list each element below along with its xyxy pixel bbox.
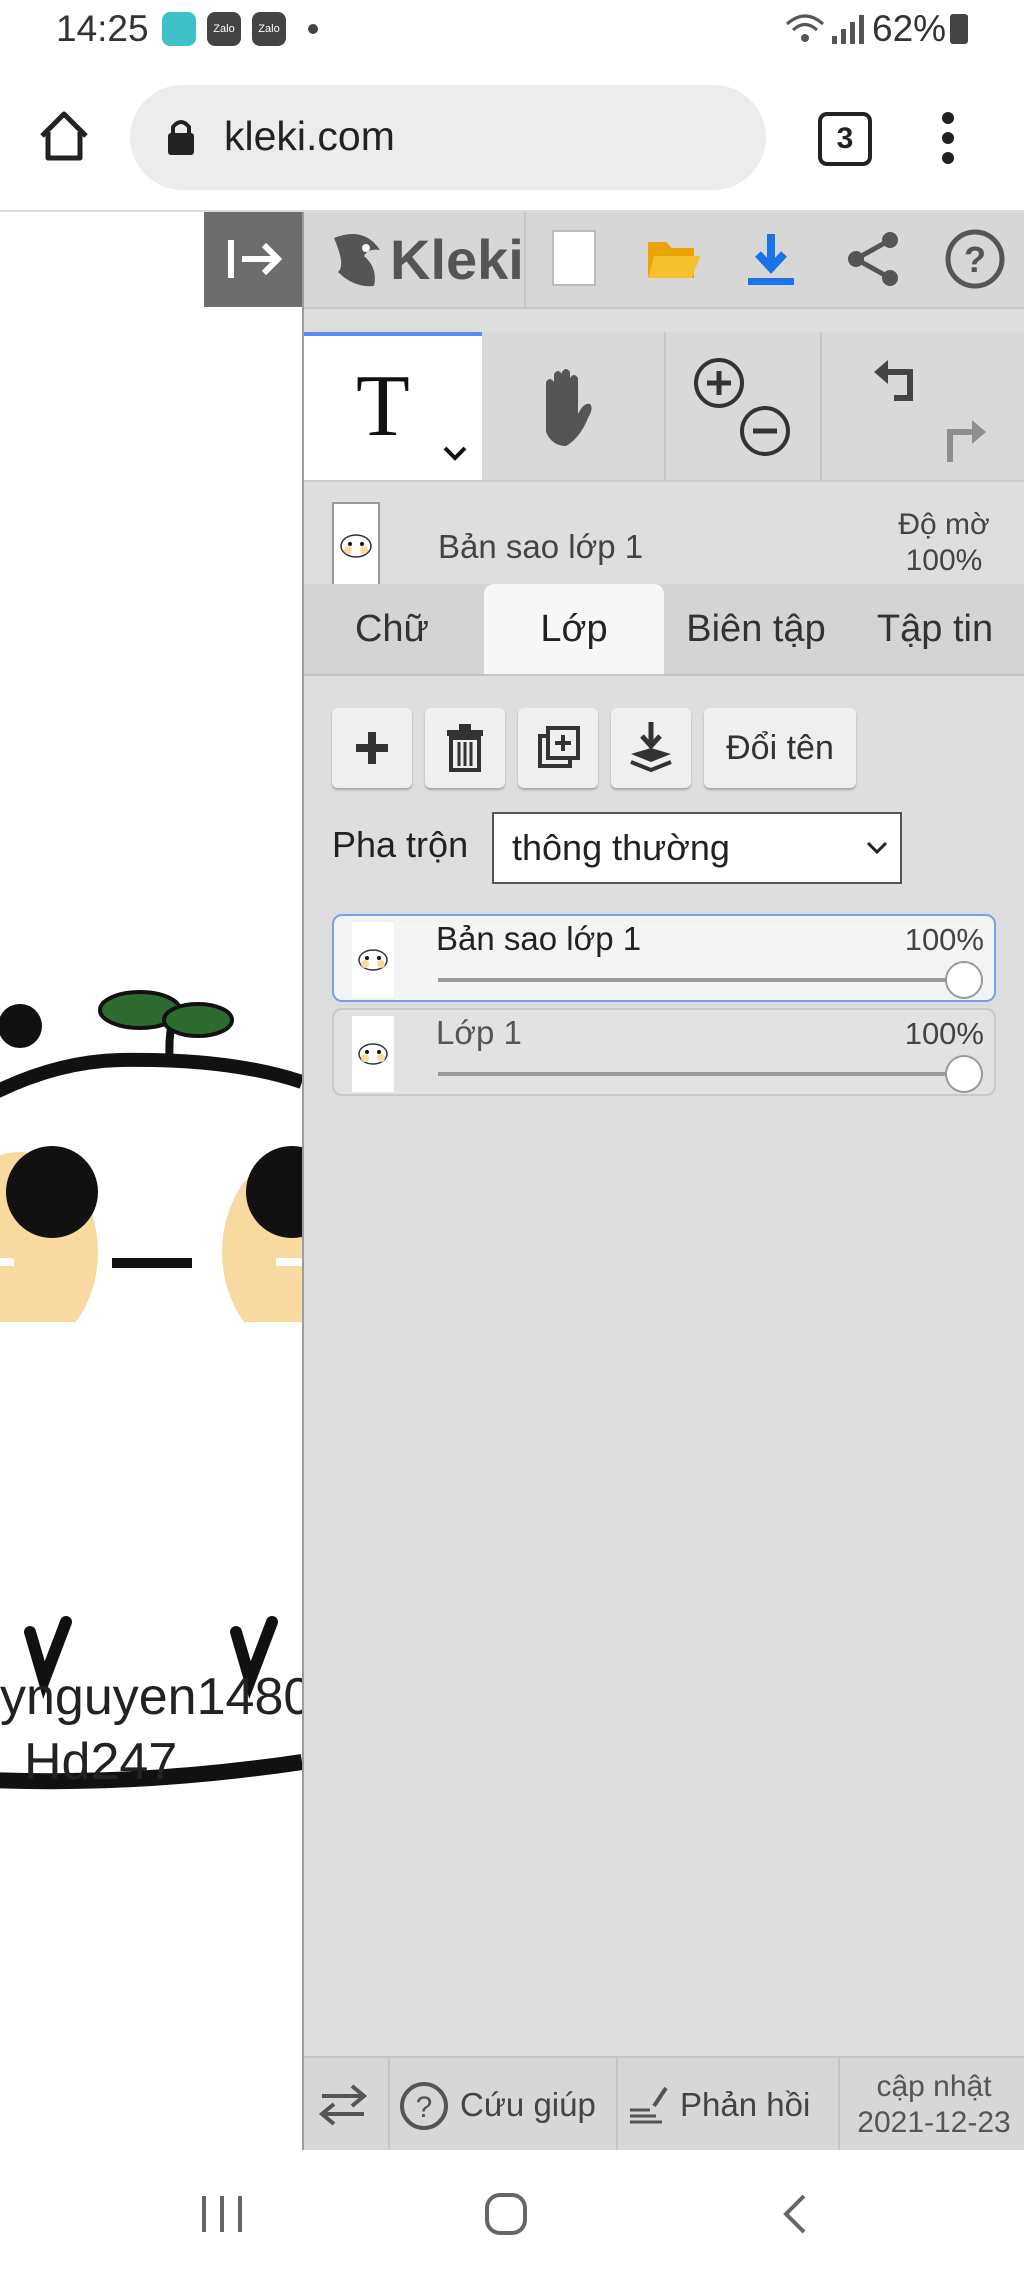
tool-divider	[820, 332, 822, 480]
tab-file[interactable]: Tập tin	[846, 584, 1024, 674]
home-icon[interactable]	[36, 108, 92, 164]
kleki-logo-icon	[324, 228, 388, 292]
layer-opacity-slider[interactable]	[438, 1072, 958, 1076]
recent-apps-icon[interactable]	[200, 2194, 244, 2234]
help-icon: ?	[398, 2080, 450, 2132]
messenger-icon	[162, 12, 196, 46]
panel-tabs: Chữ Lớp Biên tập Tập tin	[304, 584, 1024, 676]
download-icon[interactable]	[746, 230, 796, 288]
zalo-icon: Zalo	[207, 12, 241, 46]
hand-tool-icon[interactable]	[526, 362, 606, 452]
text-tool-button[interactable]: T	[304, 332, 482, 480]
layer-opacity-slider[interactable]	[438, 978, 958, 982]
text-tool-icon: T	[356, 358, 410, 455]
bottom-divider	[616, 2058, 618, 2152]
merge-down-button[interactable]	[611, 708, 691, 788]
plus-icon	[356, 732, 388, 764]
chevron-down-icon[interactable]	[442, 444, 468, 462]
add-layer-button[interactable]	[332, 708, 412, 788]
zoom-out-icon[interactable]	[738, 404, 792, 458]
canvas-drawing	[0, 990, 302, 1322]
canvas-drawing-lower	[0, 1616, 302, 1790]
bottom-divider	[838, 2058, 840, 2152]
rename-layer-button[interactable]: Đổi tên	[704, 708, 856, 788]
tab-edit[interactable]: Biên tập	[666, 584, 846, 674]
help-icon[interactable]: ?	[944, 228, 1006, 290]
android-nav-bar	[0, 2150, 1024, 2276]
share-icon[interactable]	[846, 230, 902, 288]
layer-thumbnail	[352, 922, 394, 998]
app-logo: Kleki	[390, 228, 524, 291]
layer-thumbnail	[352, 1016, 394, 1092]
lock-icon	[166, 117, 196, 157]
collapse-panel-button[interactable]	[204, 212, 302, 307]
layer-item[interactable]: Lớp 1 100%	[332, 1008, 996, 1096]
help-label: Cứu giúp	[460, 2086, 596, 2123]
feedback-icon	[628, 2084, 670, 2126]
battery-icon	[950, 14, 968, 44]
tool-row: T	[304, 332, 1024, 480]
undo-icon[interactable]	[870, 358, 920, 408]
sidebar-panel: Kleki ? T Bản sao lớp 1 Độ mờ 100% Chữ L…	[304, 212, 1024, 2152]
zalo-icon: Zalo	[252, 12, 286, 46]
layer-item-selected[interactable]: Bản sao lớp 1 100%	[332, 914, 996, 1002]
layer-opacity: 100%	[904, 1016, 984, 1051]
blend-mode-value: thông thường	[512, 827, 730, 868]
trash-icon	[447, 724, 483, 772]
new-image-icon[interactable]	[552, 230, 596, 286]
back-nav-icon[interactable]	[780, 2194, 810, 2234]
chevron-down-icon	[866, 840, 888, 856]
current-layer-name: Bản sao lớp 1	[438, 528, 644, 565]
bottom-divider	[388, 2058, 390, 2152]
layer-opacity-knob[interactable]	[945, 961, 983, 999]
duplicate-icon	[538, 726, 580, 768]
layer-name: Lớp 1	[436, 1014, 522, 1051]
signal-icon	[830, 14, 866, 44]
svg-text:?: ?	[416, 2091, 433, 2124]
blend-mode-label: Pha trộn	[332, 824, 469, 865]
open-folder-icon[interactable]	[646, 232, 700, 284]
tab-layers[interactable]: Lớp	[484, 584, 664, 674]
tab-switcher-button[interactable]: 3	[818, 112, 872, 166]
address-bar[interactable]: kleki.com	[130, 85, 766, 190]
update-label: cập nhật	[876, 2070, 992, 2103]
status-time: 14:25	[56, 8, 149, 49]
layer-opacity-knob[interactable]	[945, 1055, 983, 1093]
opacity-label: Độ mờ	[898, 508, 990, 541]
delete-layer-button[interactable]	[425, 708, 505, 788]
canvas-text-line2: Hd247	[24, 1733, 178, 1791]
update-date: 2021-12-23	[857, 2106, 1011, 2139]
topbar-divider	[524, 212, 526, 307]
battery-text: 62%	[872, 8, 947, 49]
app-topbar: Kleki ?	[304, 212, 1024, 309]
feedback-label: Phản hồi	[680, 2086, 811, 2123]
layer-opacity: 100%	[904, 922, 984, 957]
swap-side-icon[interactable]	[318, 2082, 368, 2128]
zoom-in-icon[interactable]	[692, 356, 746, 410]
url-text: kleki.com	[224, 113, 395, 159]
duplicate-layer-button[interactable]	[518, 708, 598, 788]
canvas-text-line1: ynguyen1480	[0, 1668, 304, 1726]
home-nav-icon[interactable]	[484, 2192, 528, 2236]
current-layer-thumbnail	[332, 502, 380, 588]
layer-name: Bản sao lớp 1	[436, 920, 642, 957]
browser-toolbar: kleki.com 3	[0, 60, 1024, 212]
tab-text[interactable]: Chữ	[304, 584, 480, 674]
sidebar-bottom-bar: ? Cứu giúp Phản hồi cập nhật 2021-12-23	[304, 2056, 1024, 2152]
drawing-canvas[interactable]: ynguyen1480 Hd247	[0, 212, 304, 2150]
svg-text:?: ?	[964, 239, 986, 280]
merge-down-icon	[630, 722, 672, 773]
opacity-value: 100%	[905, 544, 983, 577]
feedback-button[interactable]: Phản hồi	[628, 2058, 838, 2152]
status-bar: 14:25 Zalo Zalo 62%	[0, 0, 1024, 60]
help-button[interactable]: ? Cứu giúp	[398, 2058, 608, 2152]
more-menu-icon[interactable]	[940, 110, 956, 166]
tool-divider	[664, 332, 666, 480]
redo-icon[interactable]	[940, 416, 990, 466]
wifi-icon	[785, 12, 825, 44]
dot-icon	[308, 24, 318, 34]
blend-mode-select[interactable]: thông thường	[492, 812, 902, 884]
